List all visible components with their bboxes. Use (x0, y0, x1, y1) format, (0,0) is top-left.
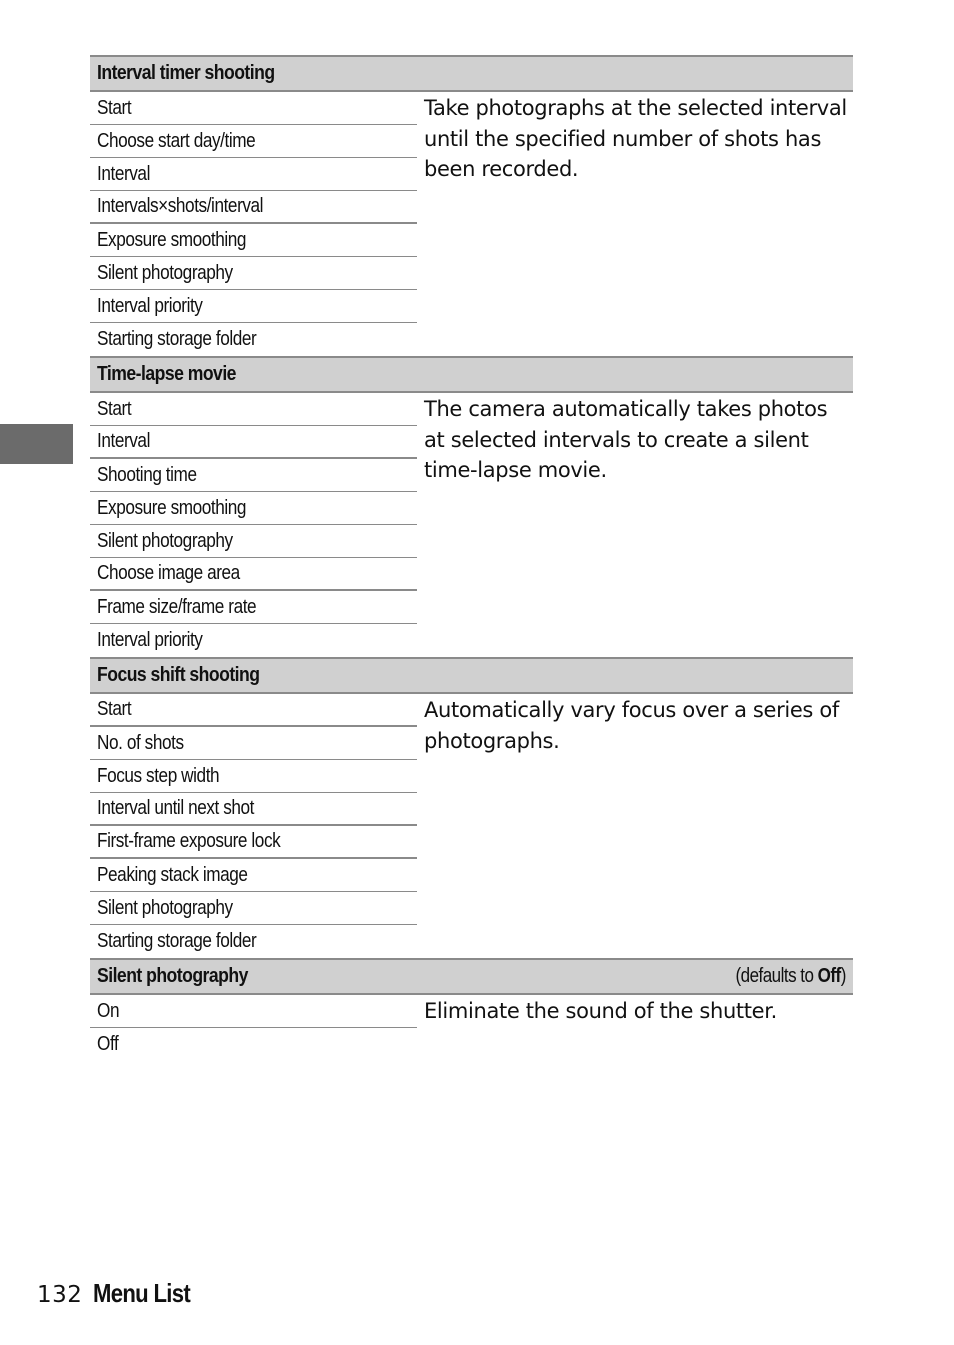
option-label: Interval until next shot (97, 797, 255, 819)
chapter-tab-marker (0, 424, 73, 464)
option-row: Shooting time (90, 459, 417, 492)
option-row: Start (90, 694, 417, 727)
option-row: Frame size/frame rate (90, 591, 417, 624)
option-list: Start Choose start day/time Interval Interv… (90, 92, 417, 356)
option-label: Start (97, 397, 132, 420)
option-row: Silent photography (90, 257, 417, 290)
section-header: Interval timer shooting (90, 55, 853, 92)
option-row: Starting storage folder (90, 925, 417, 958)
option-row: Silent photography (90, 525, 417, 558)
default-note-prefix: (defaults to (735, 965, 818, 987)
section-title: Silent photography (97, 965, 248, 987)
option-row: Intervals×shots/interval (90, 191, 417, 224)
section-header: Time-lapse movie (90, 356, 853, 393)
option-label: Silent photography (97, 261, 233, 284)
option-list: On Off (90, 995, 417, 1061)
option-row: On (90, 995, 417, 1028)
option-row: Off (90, 1028, 417, 1061)
option-row: No. of shots (90, 727, 417, 760)
option-row: Starting storage folder (90, 323, 417, 356)
page-number: 132 (37, 1282, 83, 1308)
option-label: Peaking stack image (97, 863, 248, 886)
default-value: Off (817, 965, 842, 987)
section-description: Eliminate the sound of the shutter. (424, 999, 777, 1023)
option-label: Focus step width (97, 764, 220, 787)
option-label: On (97, 999, 120, 1022)
option-label: Interval priority (97, 294, 203, 317)
option-row: Peaking stack image (90, 859, 417, 892)
option-row: Interval priority (90, 624, 417, 657)
option-label: Exposure smoothing (97, 496, 247, 519)
option-label: No. of shots (97, 731, 184, 754)
option-label: Start (97, 96, 132, 119)
option-row: Interval until next shot (90, 793, 417, 826)
option-label: Interval priority (97, 629, 203, 651)
footer-section-title: Menu List (93, 1278, 191, 1308)
menu-section: Focus shift shooting Start No. of shots Foc… (90, 657, 853, 958)
page-footer: 132 Menu List (37, 1278, 208, 1309)
option-row: Exposure smoothing (90, 224, 417, 257)
section-header: Silent photography (defaults to Off) (90, 958, 853, 995)
option-label: Choose image area (97, 562, 240, 584)
option-label: Interval (97, 162, 150, 185)
option-label: Start (97, 698, 132, 720)
section-title: Focus shift shooting (97, 664, 260, 686)
section-description: Take photographs at the selected interva… (424, 96, 847, 181)
option-label: Silent photography (97, 529, 233, 552)
default-note-suffix: ) (840, 965, 847, 987)
option-row: Choose image area (90, 558, 417, 591)
option-row: Silent photography (90, 892, 417, 925)
option-row: Interval (90, 426, 417, 459)
option-label: Silent photography (97, 896, 233, 919)
option-label: Interval (97, 430, 150, 452)
section-title: Time-lapse movie (97, 363, 236, 385)
menu-table: Interval timer shooting Start Choose start… (90, 55, 853, 1061)
section-header: Focus shift shooting (90, 657, 853, 694)
option-label: Frame size/frame rate (97, 595, 257, 618)
option-label: First-frame exposure lock (97, 830, 281, 852)
default-value-note: (defaults to Off) (735, 965, 847, 988)
option-label: Starting storage folder (97, 328, 257, 350)
section-description: The camera automatically takes photos at… (424, 397, 828, 482)
menu-section: Time-lapse movie Start Interval Shooting ti… (90, 356, 853, 657)
option-label: Shooting time (97, 463, 197, 486)
option-row: First-frame exposure lock (90, 826, 417, 859)
option-list: Start No. of shots Focus step width Interva… (90, 694, 417, 958)
option-list: Start Interval Shooting time Exposure smoot… (90, 393, 417, 657)
option-row: Start (90, 393, 417, 426)
option-row: Start (90, 92, 417, 125)
option-label: Exposure smoothing (97, 228, 247, 251)
option-row: Choose start day/time (90, 125, 417, 158)
option-row: Interval (90, 158, 417, 191)
option-row: Interval priority (90, 290, 417, 323)
option-label: Choose start day/time (97, 129, 256, 152)
option-row: Focus step width (90, 760, 417, 793)
section-title: Interval timer shooting (97, 62, 275, 84)
menu-section: Silent photography (defaults to Off) On Off… (90, 958, 853, 1061)
option-row: Exposure smoothing (90, 492, 417, 525)
section-description: Automatically vary focus over a series o… (424, 698, 839, 753)
menu-section: Interval timer shooting Start Choose start… (90, 55, 853, 356)
option-label: Intervals×shots/interval (97, 195, 264, 217)
option-label: Off (97, 1033, 119, 1055)
option-label: Starting storage folder (97, 930, 257, 952)
